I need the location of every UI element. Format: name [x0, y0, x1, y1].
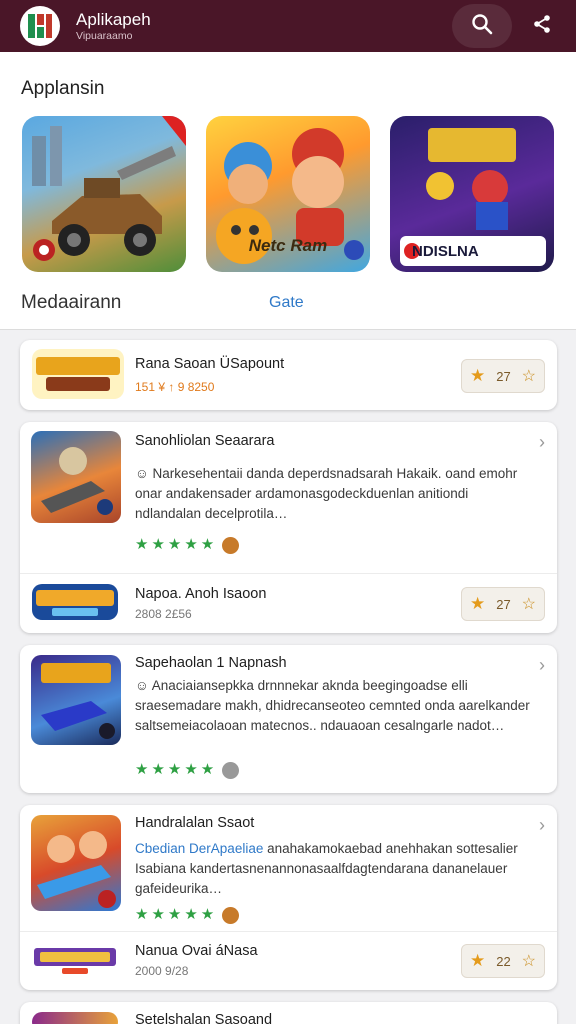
- star-rating: ★★★★★: [135, 761, 218, 778]
- featured-tile-2[interactable]: Netc Ram: [206, 116, 370, 272]
- share-icon: [532, 14, 552, 39]
- gate-link[interactable]: Gate: [269, 294, 304, 312]
- rating-value: 22: [496, 953, 511, 969]
- list-item-description: ☺ Anaciaiansepkka drnnnekar aknda beegin…: [135, 678, 530, 733]
- list-item-title: Nanua Ovai áNasa: [135, 943, 258, 959]
- star-icon: ★: [470, 951, 486, 970]
- featured-section: Applansin Netc Ram NDISLNA Medaairann Ga…: [0, 52, 576, 330]
- list-item[interactable]: Rana Saoan ÜSapount 151 ¥ ↑ 9 8250 ★ 27 …: [20, 340, 557, 410]
- featured-tile-3[interactable]: NDISLNA: [390, 116, 554, 272]
- off-road-car-game-icon: [22, 116, 186, 272]
- featured-tile-1[interactable]: [22, 116, 186, 272]
- star-rating: ★★★★★: [135, 906, 218, 923]
- list-item[interactable]: Sanohliolan Seaarara › ☺ Narkesehentaii …: [20, 422, 557, 573]
- star-rating: ★★★★★: [135, 536, 218, 553]
- app-logo-icon[interactable]: [20, 6, 60, 46]
- star-outline-icon: ☆: [521, 953, 536, 970]
- search-icon: [471, 13, 493, 40]
- list-item-description: ☺ Narkesehentaii danda deperdsnadsarah H…: [135, 466, 518, 521]
- game-thumbnail: [31, 431, 121, 523]
- list-item-meta: 151 ¥ ↑ 9 8250: [135, 380, 215, 394]
- featured-tile-3-caption: NDISLNA: [412, 243, 479, 260]
- ilasdan-logo: [32, 349, 124, 399]
- list-card: Sapehaolan 1 Napnash › ☺ Anaciaiansepkka…: [20, 645, 557, 793]
- list-item-meta: 2000 9/28: [135, 964, 189, 978]
- chevron-right-icon: ›: [539, 815, 545, 835]
- star-icon: ★: [470, 366, 486, 385]
- star-icon: ★: [470, 594, 486, 613]
- rating-value: 27: [496, 596, 511, 612]
- rating-pill[interactable]: ★ 27 ☆: [461, 587, 545, 621]
- list-card: Rana Saoan ÜSapount 151 ¥ ↑ 9 8250 ★ 27 …: [20, 340, 557, 410]
- list-item[interactable]: Setelshalan Sasoand: [20, 1002, 557, 1024]
- nunaarin-logo: [32, 584, 118, 620]
- list-item-title: Napoa. Anoh Isaoon: [135, 586, 267, 602]
- search-button[interactable]: [452, 4, 512, 48]
- cartoon-heroes-game-icon: [206, 128, 370, 272]
- share-button[interactable]: [528, 12, 556, 40]
- featured-title: Applansin: [21, 78, 105, 99]
- list-item-title: Sapehaolan 1 Napnash: [135, 655, 287, 671]
- rating-value: 27: [496, 368, 511, 384]
- badge-icon: [222, 762, 239, 779]
- list-card: Handralalan Ssaot › Cbedian DerApaeliae …: [20, 805, 557, 990]
- list-item-meta: 2808 2£56: [135, 607, 192, 621]
- list-item-title: Sanohliolan Seaarara: [135, 433, 275, 449]
- nudadaar-logo: [32, 944, 118, 976]
- list-card: Setelshalan Sasoand: [20, 1002, 557, 1024]
- badge-icon: [222, 537, 239, 554]
- description-link[interactable]: Cbedian DerApaeliae: [135, 841, 263, 856]
- chevron-right-icon: ›: [539, 432, 545, 452]
- game-thumbnail: [32, 1012, 118, 1024]
- dodainar-game-icon: [390, 128, 554, 272]
- game-thumbnail: [31, 815, 121, 911]
- rating-pill[interactable]: ★ 22 ☆: [461, 944, 545, 978]
- list-card: Sanohliolan Seaarara › ☺ Narkesehentaii …: [20, 422, 557, 633]
- list-item-title: Handralalan Ssaot: [135, 815, 255, 831]
- list-item[interactable]: Handralalan Ssaot › Cbedian DerApaeliae …: [20, 805, 557, 931]
- list-item[interactable]: Napoa. Anoh Isaoon 2808 2£56 ★ 27 ☆: [20, 573, 557, 633]
- app-subtitle: Vipuaraamo: [76, 29, 133, 42]
- section-subtitle: Medaairann: [21, 292, 122, 313]
- chevron-right-icon: ›: [539, 655, 545, 675]
- app-title: Aplikapeh: [76, 9, 151, 29]
- list-item-title: Setelshalan Sasoand: [135, 1012, 273, 1024]
- featured-tile-2-caption: Netc Ram: [248, 236, 328, 255]
- star-outline-icon: ☆: [521, 368, 536, 385]
- star-outline-icon: ☆: [521, 596, 536, 613]
- game-thumbnail: [31, 655, 121, 745]
- badge-icon: [222, 907, 239, 924]
- list-item[interactable]: Sapehaolan 1 Napnash › ☺ Anaciaiansepkka…: [20, 645, 557, 793]
- rating-pill[interactable]: ★ 27 ☆: [461, 359, 545, 393]
- app-bar: Aplikapeh Vipuaraamo: [0, 0, 576, 52]
- list-item-title: Rana Saoan ÜSapount: [135, 356, 285, 372]
- list-item[interactable]: Nanua Ovai áNasa 2000 9/28 ★ 22 ☆: [20, 931, 557, 990]
- list-item-description: Cbedian DerApaeliae anahakamokaebad aneh…: [135, 839, 535, 899]
